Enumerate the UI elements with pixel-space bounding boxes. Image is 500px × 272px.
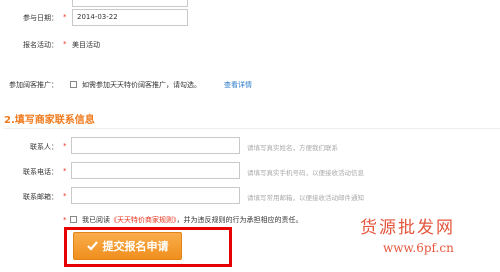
submit-label: 提交报名申请 bbox=[102, 240, 169, 253]
agree-prefix: 我已阅读 bbox=[82, 216, 110, 224]
activity-label: 报名活动： bbox=[23, 41, 58, 49]
required-marker: * bbox=[63, 142, 67, 150]
contact-name-input[interactable] bbox=[71, 137, 240, 154]
watermark-title: 货源批发网 bbox=[360, 218, 455, 238]
contact-email-hint: 请填写常用邮箱，以便接收活动邮件通知 bbox=[247, 194, 364, 202]
promo-checkbox[interactable] bbox=[70, 81, 77, 88]
date-input[interactable]: 2014-03-22 bbox=[72, 9, 188, 26]
contact-email-label: 联系邮箱： bbox=[23, 193, 58, 201]
contact-section-title: 2.填写商家联系信息 bbox=[4, 115, 95, 126]
contact-name-hint: 请填写真实姓名，方便我们联系 bbox=[247, 144, 338, 152]
required-marker: * bbox=[63, 40, 67, 48]
contact-phone-hint: 请填写真实手机号码，以便接收活动信息 bbox=[247, 169, 364, 177]
required-marker: * bbox=[63, 13, 67, 21]
agree-text: 我已阅读《天天特价商家规则》，并为违反规则的行为承担相应的责任。 bbox=[82, 215, 303, 225]
top-cutoff-input[interactable] bbox=[72, 0, 188, 7]
contact-phone-input[interactable] bbox=[71, 162, 240, 179]
activity-value: 美目活动 bbox=[72, 41, 100, 49]
promo-label: 参加阔客推广： bbox=[9, 81, 58, 89]
contact-email-input[interactable] bbox=[71, 187, 240, 204]
required-marker: * bbox=[63, 216, 67, 224]
required-marker: * bbox=[63, 167, 67, 175]
contact-phone-label: 联系电话： bbox=[23, 168, 58, 176]
submit-button[interactable]: 提交报名申请 bbox=[73, 232, 182, 260]
rules-link[interactable]: 《天天特价商家规则》 bbox=[110, 216, 177, 224]
checkmark-icon bbox=[86, 241, 98, 251]
agree-checkbox[interactable] bbox=[70, 216, 77, 223]
section-divider bbox=[4, 128, 500, 129]
promo-checkbox-text: 如需参加天天特价阔客推广，请勾选。 bbox=[82, 81, 201, 89]
date-label: 参与日期： bbox=[23, 14, 58, 22]
promo-details-link[interactable]: 查看详情 bbox=[224, 80, 252, 90]
required-marker: * bbox=[63, 192, 67, 200]
agree-suffix: ，并为违反规则的行为承担相应的责任。 bbox=[176, 216, 303, 224]
contact-name-label: 联系人： bbox=[30, 143, 58, 151]
watermark-url: www.6pf.cn bbox=[383, 241, 454, 255]
